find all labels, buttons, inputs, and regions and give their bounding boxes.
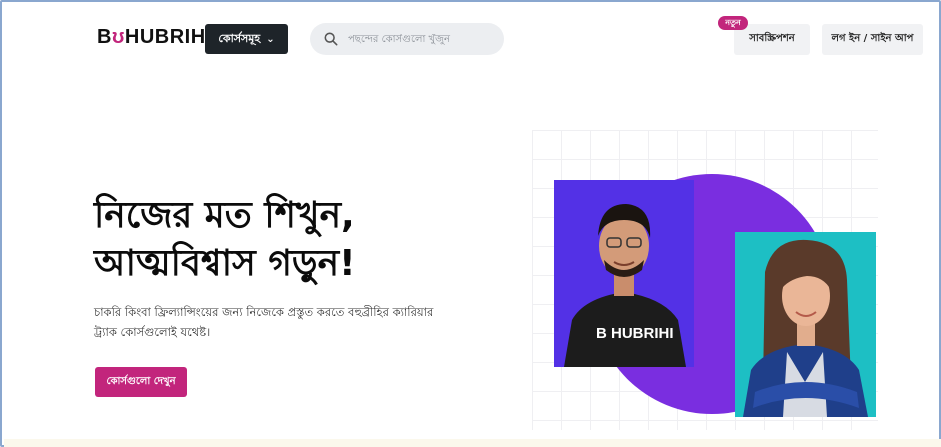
hero-description: চাকরি কিংবা ফ্রিল্যান্সিংয়ের জন্য নিজেক… xyxy=(94,302,454,342)
bottom-strip xyxy=(4,439,941,447)
search-bar[interactable] xyxy=(310,23,504,55)
description-line-1: চাকরি কিংবা ফ্রিল্যান্সিংয়ের জন্য নিজেক… xyxy=(94,305,434,319)
headline-line-2: আত্মবিশ্বাস গড়ুন! xyxy=(94,243,356,284)
hero-headline: নিজের মত শিখুন, আত্মবিশ্বাস গড়ুন! xyxy=(94,192,514,288)
brand-logo[interactable]: BʊHUBRIHI xyxy=(97,26,212,49)
page-frame: BʊHUBRIHI কোর্সসমূহ ⌄ সাবস্ক্রিপশন নতুন … xyxy=(0,0,941,447)
view-courses-label: কোর্সগুলো দেখুন xyxy=(106,375,176,387)
search-icon xyxy=(324,32,338,46)
courses-dropdown-button[interactable]: কোর্সসমূহ ⌄ xyxy=(205,24,288,54)
new-badge: নতুন xyxy=(718,16,748,30)
instructor-photo-male: B HUBRIHI xyxy=(554,180,694,367)
instructor-female-illustration xyxy=(743,239,868,417)
instructor-male-illustration: B HUBRIHI xyxy=(564,204,686,367)
logo-accent: ʊ xyxy=(111,26,125,48)
headline-line-1: নিজের মত শিখুন, xyxy=(94,195,355,236)
chevron-down-icon: ⌄ xyxy=(266,33,275,45)
courses-label: কোর্সসমূহ xyxy=(218,31,261,45)
login-label: লগ ইন / সাইন আপ xyxy=(831,33,914,44)
view-courses-button[interactable]: কোর্সগুলো দেখুন xyxy=(95,367,187,397)
login-signup-button[interactable]: লগ ইন / সাইন আপ xyxy=(822,24,923,55)
description-line-2: ট্র্যাক কোর্সগুলোই যথেষ্ট। xyxy=(94,325,211,339)
search-input[interactable] xyxy=(348,33,478,45)
subscription-button[interactable]: সাবস্ক্রিপশন xyxy=(734,24,810,55)
logo-text: HUBRIHI xyxy=(124,26,212,48)
shirt-logo-text: B HUBRIHI xyxy=(596,325,674,342)
instructor-photo-female xyxy=(735,232,876,417)
logo-letter-b: B xyxy=(97,26,112,48)
subscription-label: সাবস্ক্রিপশন xyxy=(749,33,795,44)
